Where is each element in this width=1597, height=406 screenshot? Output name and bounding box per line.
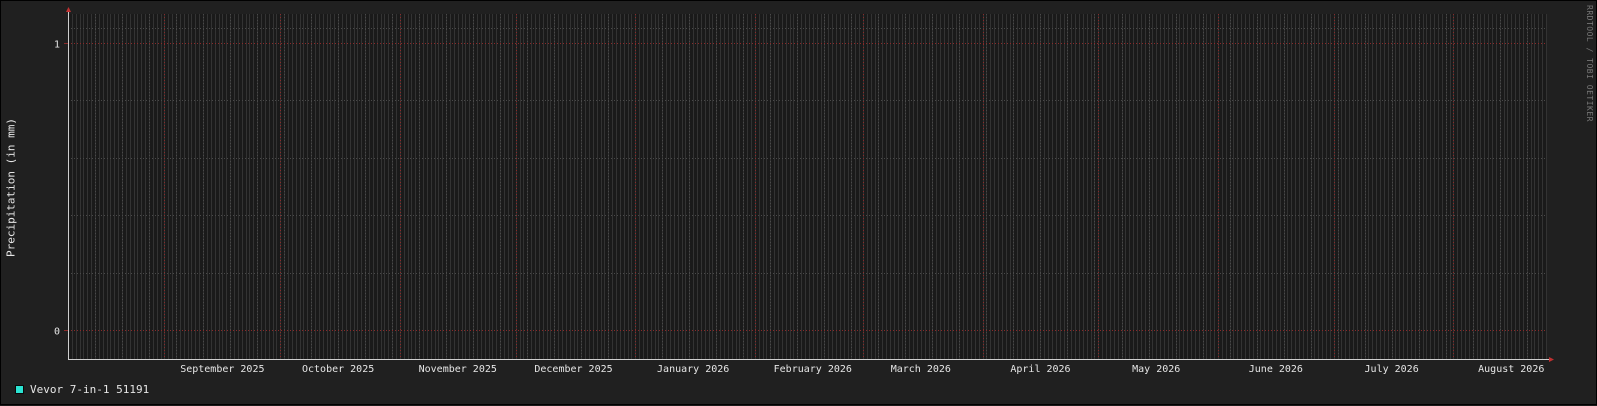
legend-swatch xyxy=(15,385,24,394)
x-tick-label: April 2026 xyxy=(1010,364,1070,375)
legend: Vevor 7-in-1 51191 xyxy=(15,383,149,396)
x-tick-label: July 2026 xyxy=(1365,364,1419,375)
y-axis-label: Precipitation (in mm) xyxy=(4,117,18,258)
y-axis-arrow xyxy=(66,7,71,12)
chart-frame: 0 1 September 2025 October 2025 November 202… xyxy=(0,0,1597,405)
x-tick-label: June 2026 xyxy=(1249,364,1303,375)
x-axis-arrow xyxy=(1549,357,1554,362)
legend-label: Vevor 7-in-1 51191 xyxy=(30,383,150,396)
x-tick-label: January 2026 xyxy=(657,364,729,375)
x-tick-label: May 2026 xyxy=(1132,364,1180,375)
x-tick-label: September 2025 xyxy=(180,364,264,375)
y-tick-label: 0 xyxy=(54,327,60,338)
x-tick-label: November 2025 xyxy=(419,364,497,375)
y-tick-label: 1 xyxy=(54,40,60,51)
x-tick-label: December 2025 xyxy=(534,364,612,375)
x-tick-label: August 2026 xyxy=(1478,364,1544,375)
x-tick-label: February 2026 xyxy=(774,364,852,375)
chart-canvas: 0 1 September 2025 October 2025 November 202… xyxy=(54,7,1554,375)
x-tick-label: October 2025 xyxy=(302,364,374,375)
x-tick-label: March 2026 xyxy=(891,364,951,375)
watermark: RRDTOOL / TOBI OETIKER xyxy=(1585,5,1594,122)
plot-area xyxy=(68,14,1546,359)
